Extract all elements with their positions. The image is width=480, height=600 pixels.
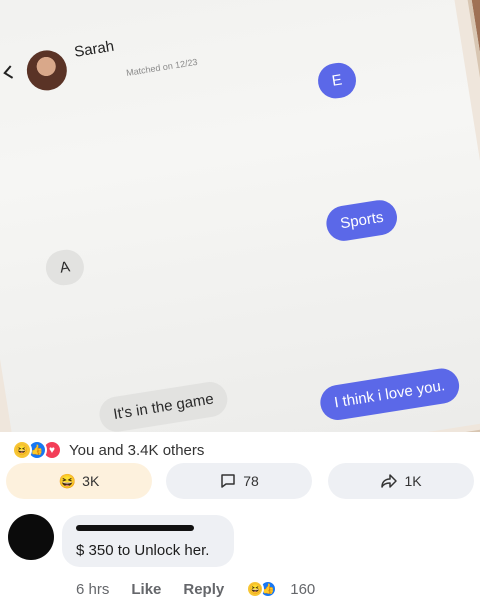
chat-screenshot-photo: Sarah Matched on 12/23 E A Sports It's i… [0,0,480,432]
comment-count: 78 [243,473,259,489]
comment-text: $ 350 to Unlock her. [76,542,210,559]
comment-icon [221,474,235,488]
comment-reactions[interactable]: 😆 👍 [246,580,278,598]
message-bubble-incoming: It's in the game [96,379,231,432]
back-arrow-icon[interactable] [0,63,18,81]
comment-time: 6 hrs [76,580,110,598]
contact-name: Sarah [73,37,116,61]
message-bubble-incoming: A [43,247,87,288]
haha-reaction-button[interactable]: 😆 3K [6,463,152,499]
message-bubble-outgoing: Sports [323,197,400,244]
comment-reaction-count: 160 [290,580,316,598]
contact-avatar[interactable] [23,47,70,94]
comment-like-link[interactable]: Like [131,581,161,598]
reactions-summary-text: You and 3.4K others [69,441,205,459]
haha-count: 3K [82,473,100,489]
comment-bubble: $ 350 to Unlock her. [62,515,234,567]
comment-reply-link[interactable]: Reply [183,581,224,598]
matched-date: Matched on 12/23 [125,56,199,78]
commenter-avatar[interactable] [8,514,54,560]
comment-meta: 6 hrs Like Reply 😆 👍 160 [76,580,337,598]
message-bubble-outgoing: E [315,60,359,101]
share-button[interactable]: 1K [328,463,474,499]
haha-reaction-icon: 😆 [12,440,32,460]
chat-view: Sarah Matched on 12/23 E A Sports It's i… [0,0,480,432]
comment-button[interactable]: 78 [166,463,312,499]
share-count: 1K [404,473,422,489]
redacted-commenter-name [76,525,194,531]
reactions-summary[interactable]: 😆 👍 ♥ You and 3.4K others [12,440,204,460]
haha-icon: 😆 [58,472,77,489]
share-icon [381,474,398,488]
